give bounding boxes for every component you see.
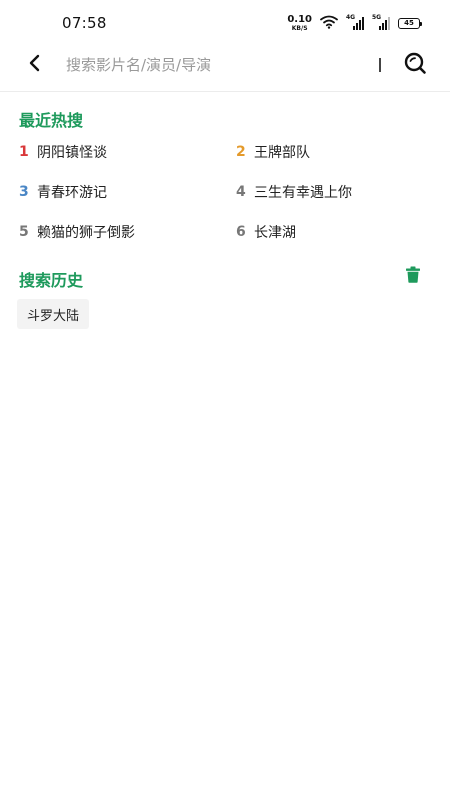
clear-history-button[interactable] [403,266,423,286]
network-speed-unit: KB/S [291,24,308,32]
hot-search-item[interactable]: 3 青春环游记 [19,180,107,204]
text-cursor [379,58,381,72]
hot-search-title: 最近热搜 [19,111,84,130]
hot-search-label: 阴阳镇怪谈 [37,145,107,161]
battery-icon: 45 [398,17,422,29]
search-history-chip[interactable]: 斗罗大陆 [17,299,90,329]
back-arrow-icon [28,54,42,76]
battery-level: 45 [404,18,414,27]
search-button[interactable] [401,51,429,79]
hot-search-label: 赖猫的狮子倒影 [37,225,135,241]
hot-search-item[interactable]: 6 长津湖 [236,220,296,244]
hot-search-rank: 4 [236,184,246,200]
search-icon [403,51,427,79]
hot-search-item[interactable]: 4 三生有幸遇上你 [236,180,352,204]
network-speed: 0.10 KB/S [287,13,312,32]
status-bar: 07:58 0.10 KB/S 4G 5G 45 [0,0,450,44]
hot-search-rank: 2 [236,144,246,160]
hot-search-rank: 6 [236,224,246,240]
hot-search-item[interactable]: 5 赖猫的狮子倒影 [19,220,135,244]
hot-search-label: 王牌部队 [254,145,310,161]
trash-icon [405,266,421,287]
search-history-title: 搜索历史 [19,271,84,290]
status-icons: 0.10 KB/S 4G 5G 45 [287,12,422,34]
search-input[interactable] [66,51,366,79]
search-header [0,44,450,90]
hot-search-label: 青春环游记 [37,185,107,201]
status-time: 07:58 [62,14,107,32]
hot-search-item[interactable]: 1 阴阳镇怪谈 [19,140,107,164]
signal-icon: 4G [346,14,364,30]
wifi-icon [320,14,338,33]
signal-icon: 5G [372,14,390,30]
hot-search-item[interactable]: 2 王牌部队 [236,140,310,164]
hot-search-label: 三生有幸遇上你 [254,185,352,201]
hot-search-rank: 3 [19,184,29,200]
header-divider [0,91,450,92]
hot-search-rank: 1 [19,144,29,160]
network-speed-value: 0.10 [287,13,312,25]
hot-search-rank: 5 [19,224,29,240]
hot-search-label: 长津湖 [254,225,296,241]
back-button[interactable] [22,52,48,78]
